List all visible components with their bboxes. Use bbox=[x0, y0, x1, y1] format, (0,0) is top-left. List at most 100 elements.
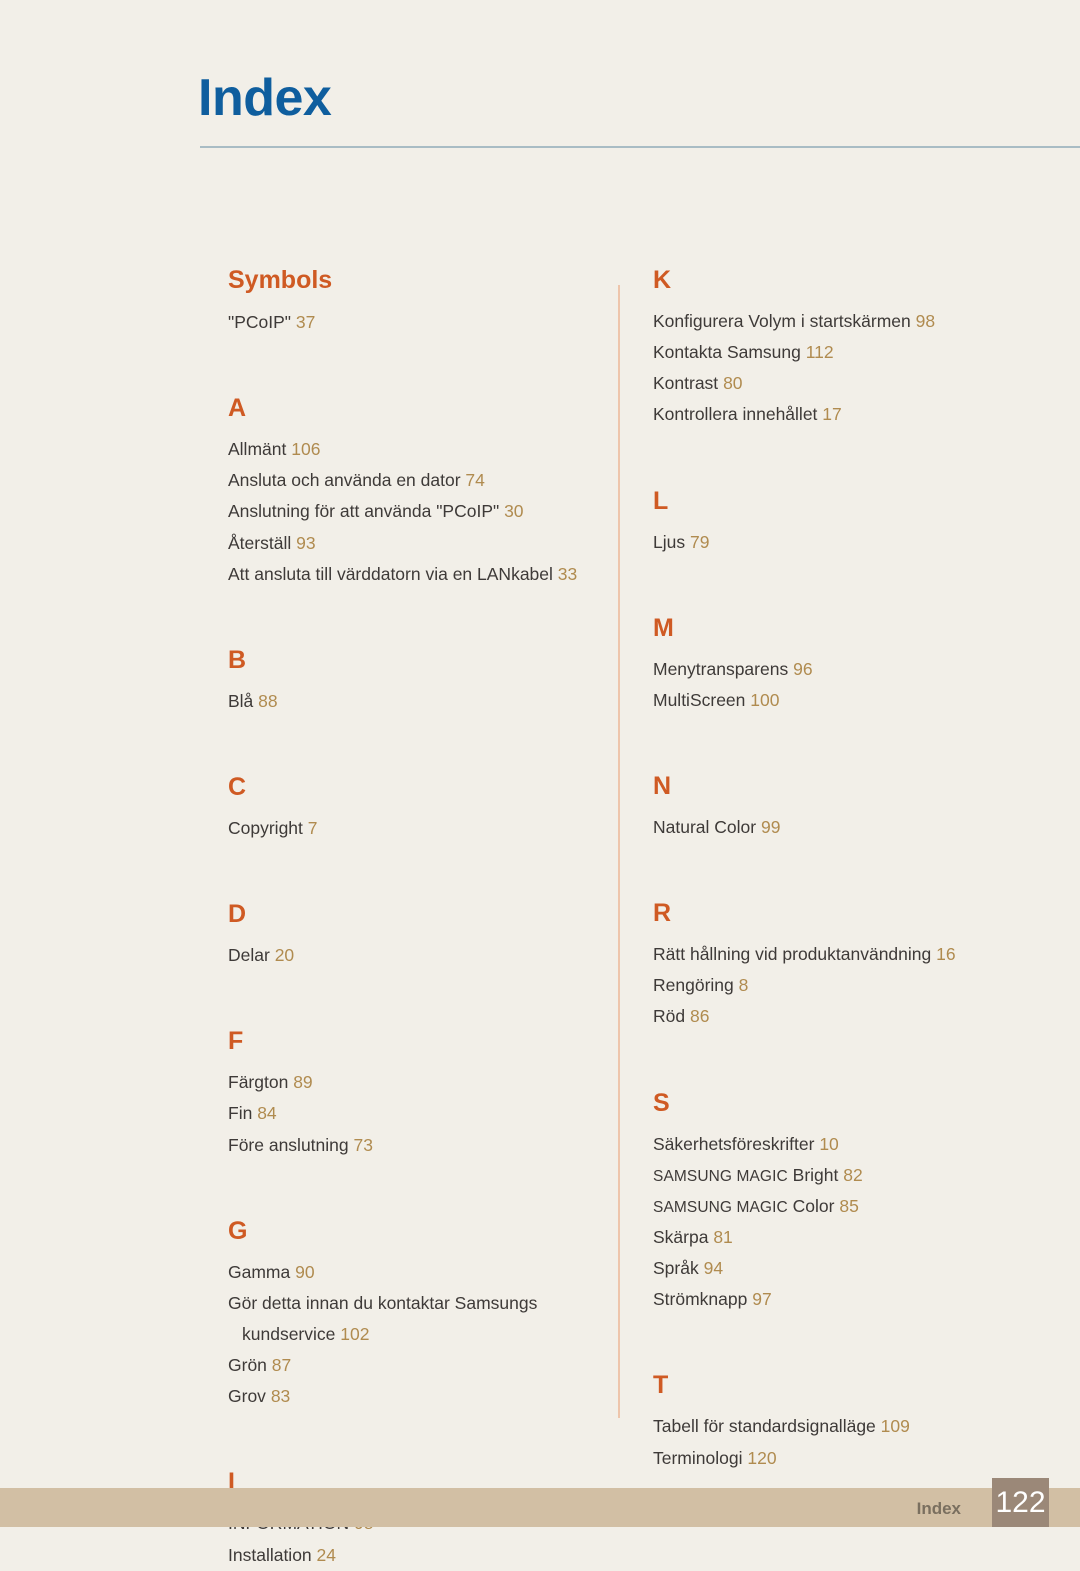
index-entry[interactable]: Terminologi 120 bbox=[653, 1443, 1053, 1474]
index-entry-label: Röd bbox=[653, 1006, 686, 1027]
index-entry-label: Kontrast bbox=[653, 373, 719, 394]
index-entry[interactable]: Färgton 89 bbox=[228, 1067, 598, 1098]
index-entry-page: 102 bbox=[340, 1323, 370, 1344]
index-entry-page: 16 bbox=[936, 944, 956, 965]
section-heading-k: K bbox=[653, 266, 672, 294]
index-entry-continuation: kundservice 102 bbox=[242, 1323, 370, 1344]
section-heading-t: T bbox=[653, 1371, 669, 1400]
index-entry-page: 109 bbox=[880, 1416, 910, 1437]
section-heading-s: S bbox=[653, 1088, 670, 1117]
index-entry[interactable]: Ansluta och använda en dator 74 bbox=[228, 465, 598, 496]
index-section: T Tabell för standardsignalläge 109 Termin… bbox=[653, 1373, 1053, 1473]
index-entry-page: 106 bbox=[291, 439, 321, 460]
index-entry[interactable]: Ljus 79 bbox=[653, 527, 1053, 558]
index-entry[interactable]: Anslutning för att använda "PCoIP" 30 bbox=[228, 496, 598, 527]
index-entry-page: 82 bbox=[843, 1164, 863, 1185]
index-entry-label: Menytransparens bbox=[653, 658, 789, 679]
index-entry-label: MultiScreen bbox=[653, 689, 746, 710]
index-entry[interactable]: Rätt hållning vid produktanvändning 16 bbox=[653, 939, 1053, 970]
index-section: B Blå 88 bbox=[228, 645, 598, 717]
index-entry-page: 85 bbox=[839, 1195, 859, 1216]
section-heading-n: N bbox=[653, 771, 672, 800]
index-entry[interactable]: Copyright 7 bbox=[228, 813, 598, 844]
index-section: D Delar 20 bbox=[228, 902, 598, 971]
index-entry-page: 97 bbox=[752, 1289, 772, 1310]
index-entry-label: Grov bbox=[228, 1386, 266, 1407]
index-entry-label: Color bbox=[792, 1195, 835, 1216]
index-entry-label: Rengöring bbox=[653, 975, 734, 996]
index-entry-label: Återställ bbox=[228, 532, 292, 553]
index-entry[interactable]: Allmänt 106 bbox=[228, 434, 598, 465]
index-entry[interactable]: SAMSUNG MAGIC Bright 82 bbox=[653, 1160, 1053, 1191]
index-entry[interactable]: Rengöring 8 bbox=[653, 970, 1053, 1001]
index-entry-label: Kontrollera innehållet bbox=[653, 404, 818, 425]
index-entry[interactable]: "PCoIP" 37 bbox=[228, 307, 598, 338]
index-entry-label: Fin bbox=[228, 1103, 253, 1124]
section-heading-b: B bbox=[228, 645, 247, 674]
index-entry[interactable]: Fin 84 bbox=[228, 1098, 598, 1129]
index-entry-page: 99 bbox=[760, 816, 781, 837]
index-entry[interactable]: MultiScreen 100 bbox=[653, 685, 1053, 716]
index-section: Symbols "PCoIP" 37 bbox=[228, 268, 598, 338]
index-entry[interactable]: Att ansluta till värddatorn via en LANka… bbox=[228, 559, 598, 590]
index-entry-page: 20 bbox=[274, 945, 295, 966]
index-entry[interactable]: Blå 88 bbox=[228, 686, 598, 717]
index-section: M Menytransparens 96 MultiScreen 100 bbox=[653, 615, 1053, 716]
index-entry-page: 7 bbox=[307, 817, 318, 838]
index-section: F Färgton 89 Fin 84 Före anslutning 73 bbox=[228, 1029, 598, 1160]
index-entry-page: 98 bbox=[915, 311, 936, 331]
index-entry[interactable]: Tabell för standardsignalläge 109 bbox=[653, 1411, 1053, 1442]
index-entry-label: Installation bbox=[228, 1544, 312, 1565]
index-entry-page: 93 bbox=[296, 532, 316, 553]
index-entry[interactable]: Säkerhetsföreskrifter 10 bbox=[653, 1129, 1053, 1160]
footer-page-number: 122 bbox=[992, 1478, 1049, 1527]
index-entry-page: 10 bbox=[819, 1133, 839, 1154]
index-section: S Säkerhetsföreskrifter 10 SAMSUNG MAGIC B… bbox=[653, 1088, 1053, 1316]
index-entry-page: 86 bbox=[689, 1006, 710, 1027]
index-entry-label: Anslutning för att använda "PCoIP" bbox=[228, 501, 500, 522]
page-title: Index bbox=[198, 69, 332, 127]
index-entry[interactable]: Kontrast 80 bbox=[653, 368, 1053, 399]
index-entry[interactable]: Gamma 90 bbox=[228, 1257, 598, 1288]
index-entry-label: Säkerhetsföreskrifter bbox=[653, 1133, 815, 1154]
section-heading-r: R bbox=[653, 899, 672, 928]
index-entry-page: 88 bbox=[258, 690, 278, 711]
index-entry[interactable]: Delar 20 bbox=[228, 940, 598, 971]
index-entry[interactable]: Före anslutning 73 bbox=[228, 1130, 598, 1161]
index-entry[interactable]: Grön 87 bbox=[228, 1350, 598, 1381]
index-entry[interactable]: Strömknapp 97 bbox=[653, 1284, 1053, 1315]
index-entry-page: 17 bbox=[822, 404, 842, 425]
index-entry[interactable]: Röd 86 bbox=[653, 1001, 1053, 1032]
index-entry-label: Ansluta och använda en dator bbox=[228, 470, 461, 491]
index-entry-page: 90 bbox=[295, 1261, 315, 1282]
index-entry[interactable]: Grov 83 bbox=[228, 1381, 598, 1412]
section-heading-l: L bbox=[653, 486, 669, 515]
index-entry-label: Strömknapp bbox=[653, 1289, 748, 1310]
index-entry-page: 94 bbox=[703, 1258, 724, 1279]
index-entry[interactable]: Gör detta innan du kontaktar Samsungs kun… bbox=[228, 1288, 598, 1350]
footer-section-label: Index bbox=[916, 1499, 961, 1518]
index-entry[interactable]: Återställ 93 bbox=[228, 528, 598, 559]
index-entry[interactable]: Kontrollera innehållet 17 bbox=[653, 399, 1053, 430]
index-section: C Copyright 7 bbox=[228, 774, 598, 844]
index-entry-page: 84 bbox=[257, 1103, 277, 1124]
index-entry[interactable]: Natural Color 99 bbox=[653, 812, 1053, 843]
index-entry[interactable]: Skärpa 81 bbox=[653, 1222, 1053, 1253]
index-entry[interactable]: SAMSUNG MAGIC Color 85 bbox=[653, 1191, 1053, 1222]
index-section: A Allmänt 106 Ansluta och använda en dator… bbox=[228, 396, 598, 590]
index-entry-page: 24 bbox=[316, 1544, 337, 1565]
index-entry[interactable]: Kontakta Samsung 112 bbox=[653, 337, 1053, 368]
index-entry[interactable]: Menytransparens 96 bbox=[653, 654, 1053, 685]
section-heading-d: D bbox=[228, 900, 247, 929]
index-entry[interactable]: Konfigurera Volym i startskärmen 98 bbox=[653, 306, 1053, 337]
index-entry[interactable]: Installation 24 bbox=[228, 1540, 598, 1571]
index-section: L Ljus 79 bbox=[653, 486, 1053, 558]
index-column-left: Symbols "PCoIP" 37 A Allmänt 106 Ansluta och… bbox=[228, 268, 598, 1571]
index-entry-label: Ljus bbox=[653, 531, 686, 552]
index-entry-brand: SAMSUNG MAGIC bbox=[653, 1167, 788, 1185]
index-entry-label: Rätt hållning vid produktanvändning bbox=[653, 944, 932, 965]
index-entry-label: "PCoIP" bbox=[228, 312, 292, 332]
index-entry[interactable]: Språk 94 bbox=[653, 1253, 1053, 1284]
index-entry-label: Konfigurera Volym i startskärmen bbox=[653, 311, 911, 331]
index-entry-label: Skärpa bbox=[653, 1226, 709, 1247]
